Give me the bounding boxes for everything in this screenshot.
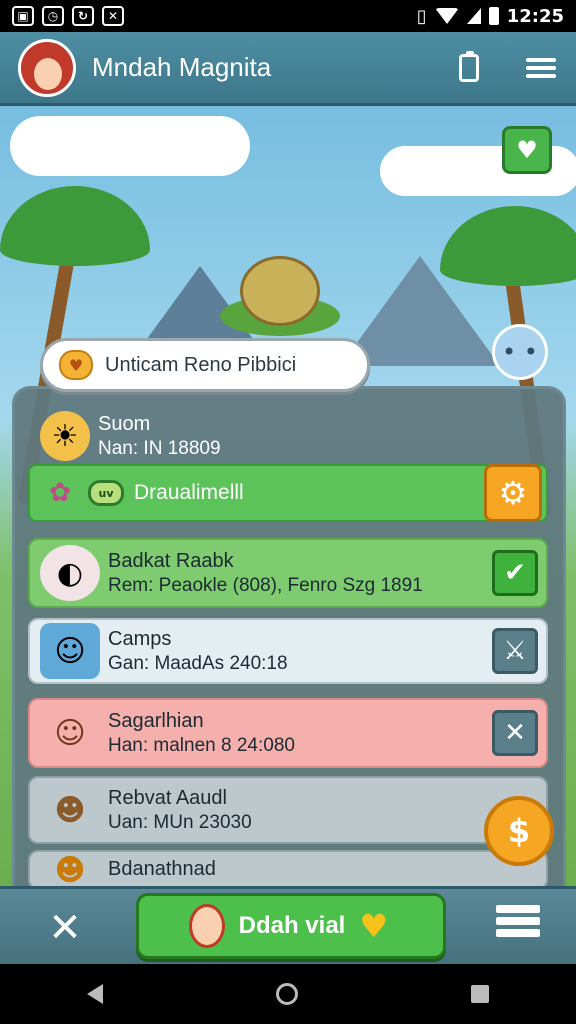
character-portrait-icon: ☺: [40, 623, 100, 679]
signal-icon: [466, 8, 481, 24]
row-title: Camps: [108, 627, 172, 650]
recent-apps-icon[interactable]: [471, 985, 490, 1003]
list-item[interactable]: ☺ Camps Gan: MaadAs 240:18 ⚔: [28, 618, 548, 684]
palm-leaves: [0, 186, 150, 266]
back-icon[interactable]: [86, 984, 103, 1004]
flower-icon: ✿: [49, 478, 71, 508]
player-avatar[interactable]: [18, 38, 76, 97]
cake-layer: [496, 917, 540, 925]
home-icon[interactable]: [275, 983, 298, 1005]
swords-button[interactable]: ⚔: [492, 628, 538, 674]
row-subtitle: Han: malnen 8 24:080: [108, 734, 295, 756]
character-face-button[interactable]: • •: [492, 324, 548, 380]
clipboard-icon: [459, 50, 479, 82]
quest-label: Draualimelll: [134, 481, 244, 504]
row-title: Badkat Raabk: [108, 549, 234, 572]
check-button[interactable]: ✔: [492, 550, 538, 596]
chat-bubble-icon: ♥: [59, 350, 93, 380]
cake-button[interactable]: [496, 905, 540, 949]
row-subtitle: Rem: Peaokle (808), Fenro Szg 1891: [108, 574, 423, 596]
close-icon: ✕: [504, 718, 526, 748]
battery-icon: [488, 7, 499, 25]
close-app-icon: ✕: [102, 6, 124, 26]
checkmark-icon: ✔: [504, 558, 526, 588]
main-action-label: Ddah vial: [238, 912, 346, 939]
status-bar: ▣ ◷ ↻ ✕ ▯ 12:25: [0, 0, 576, 32]
gear-icon: ⚙: [498, 474, 528, 512]
row-subtitle: Gan: MaadAs 240:18: [108, 652, 288, 674]
close-button[interactable]: ✕: [492, 710, 538, 756]
coin-icon: $: [507, 812, 531, 850]
sun-icon: ☀: [40, 411, 90, 461]
player-name: Suom: [98, 412, 151, 435]
player-info: ☀ Suom Nan: IN 18809: [30, 406, 221, 466]
settings-button[interactable]: ⚙: [484, 464, 542, 522]
crossed-tools-icon: ✕: [48, 905, 82, 951]
favorite-button[interactable]: ♥: [502, 126, 552, 174]
palm-leaves: [440, 206, 576, 286]
cloud: [10, 116, 250, 176]
heart-icon: ♥: [516, 136, 538, 164]
image-icon: ▣: [12, 6, 34, 26]
banner-text: Unticam Reno Pibbici: [105, 353, 297, 376]
vibrate-icon: ▯: [416, 5, 427, 27]
banner: ♥ Unticam Reno Pibbici: [40, 338, 370, 392]
character-portrait-icon: ☻: [54, 852, 86, 887]
quest-tag: uv: [88, 480, 124, 506]
list-item[interactable]: ☺ Sagarlhian Han: malnen 8 24:080 ✕: [28, 698, 548, 768]
row-title: Sagarlhian: [108, 709, 204, 732]
cake-layer: [496, 929, 540, 937]
player-code: Nan: IN 18809: [98, 437, 221, 459]
sync-icon: ↻: [72, 6, 94, 26]
list-item[interactable]: ☻ Rebvat Aaudl Uan: MUn 23030: [28, 776, 548, 844]
page-title: Mndah Magnita: [92, 52, 272, 82]
bottom-action-bar: ✕ Ddah vial ♥: [0, 886, 576, 964]
character-portrait-icon: ☻: [54, 792, 86, 828]
row-title: Rebvat Aaudl: [108, 786, 227, 809]
row-subtitle: Uan: MUn 23030: [108, 811, 252, 833]
game-scene: ♥ • • ♥ Unticam Reno Pibbici ☀ Suom Nan:…: [0, 106, 576, 886]
character-portrait-icon: ☺: [54, 715, 86, 751]
row-title: Bdanathnad: [108, 858, 216, 880]
list-item[interactable]: ☻ Bdanathnad: [28, 850, 548, 886]
cake-layer: [496, 905, 540, 913]
crossed-swords-icon: ⚔: [503, 636, 527, 666]
main-action-button[interactable]: Ddah vial ♥: [136, 893, 446, 959]
wifi-icon: [434, 8, 459, 24]
active-quest-bar[interactable]: ✿ uv Draualimelll ⚙: [28, 464, 548, 522]
character-avatar-icon: [188, 904, 225, 948]
face-icon: • •: [502, 338, 538, 366]
clock-icon: ◷: [42, 6, 64, 26]
snail-character[interactable]: [240, 256, 320, 326]
coin-button[interactable]: $: [484, 796, 554, 866]
system-nav-bar: [0, 964, 576, 1024]
menu-icon: [526, 54, 556, 82]
list-item[interactable]: ◐ Badkat Raabk Rem: Peaokle (808), Fenro…: [28, 538, 548, 608]
clipboard-button[interactable]: [452, 50, 486, 85]
tools-button[interactable]: ✕: [40, 903, 90, 953]
character-portrait-icon: ◐: [40, 545, 100, 601]
menu-button[interactable]: [524, 51, 558, 85]
status-time: 12:25: [506, 5, 564, 27]
game-header: Mndah Magnita: [0, 32, 576, 106]
heart-icon: ♥: [359, 907, 389, 945]
